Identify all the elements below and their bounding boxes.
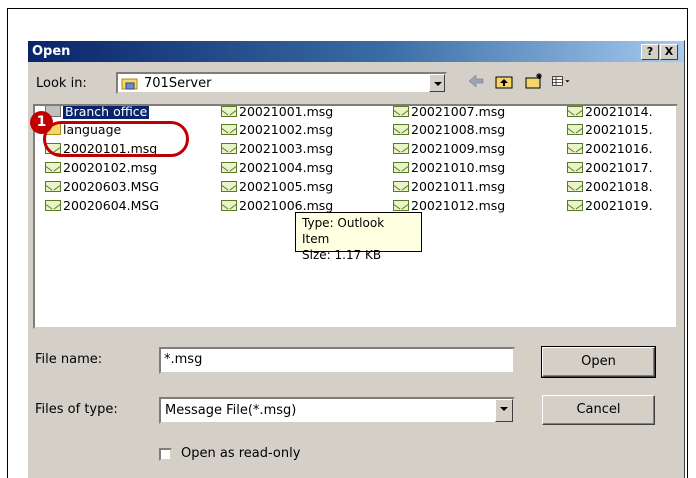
envelope-icon xyxy=(221,143,237,154)
envelope-icon xyxy=(567,162,583,173)
read-only-checkbox[interactable] xyxy=(159,448,172,461)
envelope-icon xyxy=(221,124,237,135)
file-name: 20021010.msg xyxy=(411,160,506,175)
dialog-title: Open xyxy=(32,44,71,59)
file-name: 20021006.msg xyxy=(239,198,334,213)
file-name: 20020102.msg xyxy=(63,160,158,175)
file-name: 20021014. xyxy=(585,104,653,119)
files-of-type-value: Message File(*.msg) xyxy=(165,403,297,418)
file-item[interactable]: 20020603.MSG xyxy=(45,178,159,195)
file-item[interactable]: 20021017. xyxy=(567,159,653,176)
file-item[interactable]: 20021001.msg xyxy=(221,104,334,120)
file-name: 20021008.msg xyxy=(411,122,506,137)
file-name: 20021015. xyxy=(585,122,653,137)
file-name: 20020604.MSG xyxy=(63,198,160,213)
tooltip-size: Size: 1.17 KB xyxy=(302,248,382,262)
file-item[interactable]: 20021018. xyxy=(567,178,653,195)
highlight-oval xyxy=(43,121,189,157)
file-item[interactable]: 20021005.msg xyxy=(221,178,333,195)
up-folder-icon[interactable] xyxy=(494,71,514,91)
file-item[interactable]: 20021011.msg xyxy=(393,178,505,195)
envelope-icon xyxy=(45,162,61,173)
help-button[interactable]: ? xyxy=(641,44,659,60)
open-button[interactable]: Open xyxy=(541,346,656,378)
look-in-dropdown-button[interactable] xyxy=(429,74,445,92)
files-of-type-label: Files of type: xyxy=(35,402,118,417)
file-name-input[interactable]: *.msg xyxy=(159,347,515,374)
back-icon[interactable] xyxy=(466,71,486,91)
file-name-value: *.msg xyxy=(164,352,203,367)
file-name: 20021009.msg xyxy=(411,141,506,156)
file-name: 20021019. xyxy=(585,198,653,213)
envelope-icon xyxy=(45,181,61,192)
envelope-icon xyxy=(393,143,409,154)
envelope-icon xyxy=(393,124,409,135)
file-item[interactable]: 20021010.msg xyxy=(393,159,505,176)
file-item[interactable]: 20021004.msg xyxy=(221,159,333,176)
envelope-icon xyxy=(221,200,237,211)
envelope-icon xyxy=(221,181,237,192)
file-name: 20021012.msg xyxy=(411,198,506,213)
look-in-label: Look in: xyxy=(36,76,87,91)
file-name: 20021001.msg xyxy=(239,104,334,119)
envelope-icon xyxy=(393,162,409,173)
files-of-type-combo[interactable]: Message File(*.msg) xyxy=(159,397,515,424)
file-item[interactable]: 20021007.msg xyxy=(393,104,506,120)
cancel-button[interactable]: Cancel xyxy=(542,395,655,425)
file-name: 20021003.msg xyxy=(239,141,334,156)
view-menu-icon[interactable] xyxy=(551,71,571,91)
envelope-icon xyxy=(221,162,237,173)
file-item[interactable]: 20020604.MSG xyxy=(45,197,159,214)
envelope-icon xyxy=(567,143,583,154)
envelope-icon xyxy=(393,181,409,192)
file-item[interactable]: 20021015. xyxy=(567,121,653,138)
envelope-icon xyxy=(393,106,409,117)
file-name: 20021007.msg xyxy=(411,104,506,119)
envelope-icon xyxy=(567,200,583,211)
file-tooltip: Type: Outlook Item Size: 1.17 KB xyxy=(295,212,422,262)
file-name: 20020603.MSG xyxy=(63,179,160,194)
file-name: 20021005.msg xyxy=(239,179,334,194)
tooltip-type: Type: Outlook Item xyxy=(302,216,385,246)
file-name-label: File name: xyxy=(35,352,103,367)
file-item[interactable]: 20021014. xyxy=(567,104,653,120)
file-name: 20021004.msg xyxy=(239,160,334,175)
file-item[interactable]: 20021003.msg xyxy=(221,140,333,157)
envelope-icon xyxy=(567,106,583,117)
file-name: 20021016. xyxy=(585,141,653,156)
file-item[interactable]: 20020102.msg xyxy=(45,159,157,176)
folder-item[interactable]: Branch office xyxy=(45,104,150,120)
file-name: 20021011.msg xyxy=(411,179,506,194)
envelope-icon xyxy=(567,181,583,192)
file-item[interactable]: 20021009.msg xyxy=(393,140,505,157)
file-item[interactable]: 20021002.msg xyxy=(221,121,333,138)
file-name: 20021018. xyxy=(585,179,653,194)
open-dialog: Open ? X Look in: 701Server Branch offic… xyxy=(27,40,685,478)
file-name: 20021002.msg xyxy=(239,122,334,137)
folder-network-icon xyxy=(121,78,138,90)
envelope-icon xyxy=(45,200,61,211)
file-item[interactable]: 20021016. xyxy=(567,140,653,157)
file-name: Branch office xyxy=(63,104,150,119)
new-folder-icon[interactable] xyxy=(524,71,544,91)
look-in-combo[interactable]: 701Server xyxy=(116,72,447,94)
close-button[interactable]: X xyxy=(660,44,678,60)
envelope-icon xyxy=(221,106,237,117)
read-only-label: Open as read-only xyxy=(181,446,301,461)
envelope-icon xyxy=(393,200,409,211)
envelope-icon xyxy=(567,124,583,135)
title-bar: Open ? X xyxy=(28,41,684,62)
files-of-type-dropdown-button[interactable] xyxy=(495,399,513,422)
annotation-marker: 1 xyxy=(30,111,53,134)
file-item[interactable]: 20021019. xyxy=(567,197,653,214)
file-item[interactable]: 20021008.msg xyxy=(393,121,505,138)
look-in-value: 701Server xyxy=(144,76,212,91)
file-name: 20021017. xyxy=(585,160,653,175)
